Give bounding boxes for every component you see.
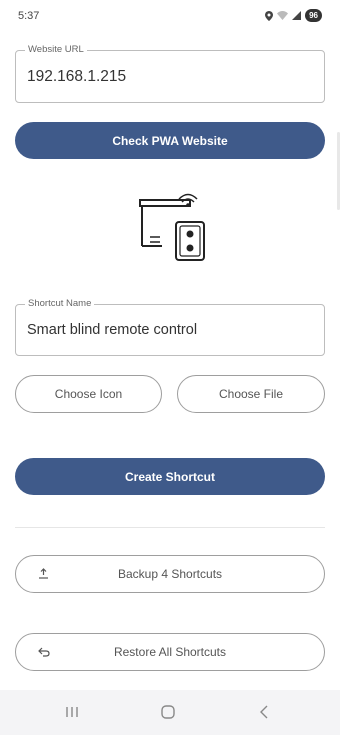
check-pwa-website-button[interactable]: Check PWA Website [15,122,325,159]
wifi-icon [277,11,289,20]
restore-shortcuts-label: Restore All Shortcuts [113,645,227,659]
website-url-label: Website URL [25,44,87,56]
shortcut-name-label: Shortcut Name [25,298,95,310]
navigation-bar [0,690,340,735]
shortcut-name-value: Smart blind remote control [27,322,198,338]
shortcut-icon-preview [132,190,212,266]
back-icon[interactable] [252,702,276,722]
backup-shortcuts-button[interactable]: Backup 4 Shortcuts [15,555,325,593]
website-url-value: 192.168.1.215 [27,68,127,85]
choose-icon-button[interactable]: Choose Icon [15,375,162,413]
upload-icon [38,567,49,582]
battery-icon: 96 [305,9,322,22]
restore-icon [38,645,50,660]
choose-file-button[interactable]: Choose File [177,375,325,413]
location-icon [265,10,274,21]
recents-icon[interactable] [60,702,84,722]
status-time: 5:37 [18,10,40,22]
create-shortcut-button[interactable]: Create Shortcut [15,458,325,495]
shortcut-name-field[interactable]: Shortcut Name Smart blind remote control [15,298,325,356]
status-bar: 5:37 96 [0,0,340,34]
home-icon[interactable] [156,702,180,722]
signal-icon [292,11,302,20]
divider [15,527,325,528]
website-url-field[interactable]: Website URL 192.168.1.215 [15,44,325,103]
restore-shortcuts-button[interactable]: Restore All Shortcuts [15,633,325,671]
status-icons: 96 [265,9,322,22]
backup-shortcuts-label: Backup 4 Shortcuts [117,567,223,581]
remote-blind-icon [139,193,205,261]
